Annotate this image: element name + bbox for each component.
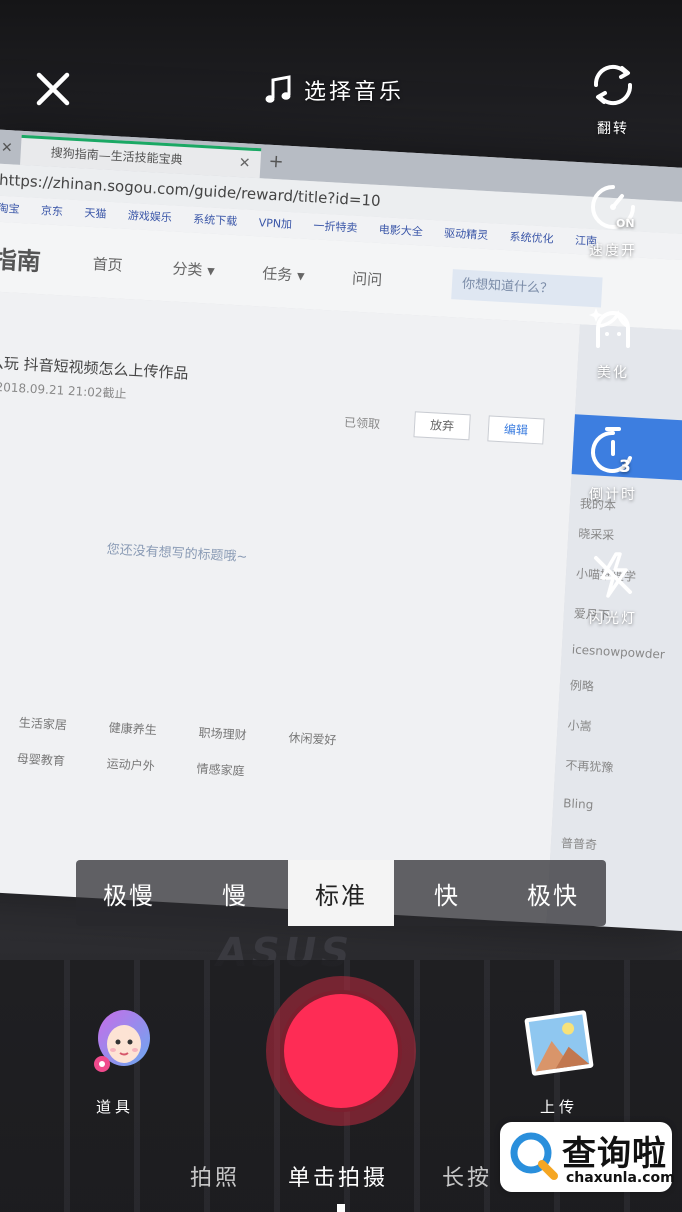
laptop-screen: ✕ 搜狗指南—生活技能宝典 ✕ + https://zhinan.sogou.c… — [0, 128, 682, 932]
sidebar-item: icesnowpowder — [571, 642, 666, 662]
flash-label: 闪光灯 — [589, 611, 637, 627]
task-date: 2018.09.21 21:02截止 — [0, 379, 127, 402]
mode-tab-hold-record[interactable]: 长按 — [442, 1160, 492, 1192]
timer-label: 倒计时 — [589, 487, 637, 503]
abandon-button: 放弃 — [413, 411, 471, 441]
mode-tab-tap-record[interactable]: 单击拍摄 — [288, 1160, 388, 1192]
nav-category: 分类 ▾ — [171, 259, 216, 280]
category-item: 生活家居 — [18, 715, 68, 733]
category-item: 母婴教育 — [16, 751, 66, 769]
beautify-label: 美化 — [597, 365, 629, 381]
site-watermark: 查询啦 chaxunla.com — [500, 1122, 675, 1192]
nav-task: 任务 ▾ — [261, 264, 306, 285]
sidebar-item: Bling — [562, 796, 594, 812]
speed-on-badge: ON — [616, 217, 635, 230]
sidebar-item: 例略 — [569, 678, 595, 694]
timer-button[interactable]: 3 倒计时 — [582, 424, 644, 504]
select-music-label: 选择音乐 — [304, 80, 405, 105]
site-search-box: 你想知道什么？ — [451, 269, 603, 308]
upload-button[interactable] — [522, 1006, 596, 1080]
props-label: 道具 — [96, 1098, 135, 1116]
speed-option-extra-fast[interactable]: 极快 — [500, 860, 606, 926]
flip-label: 翻转 — [597, 121, 629, 137]
close-icon: ✕ — [238, 155, 251, 172]
nav-ask: 问问 — [351, 269, 383, 290]
sidebar-item: 普普奇 — [560, 836, 598, 853]
upload-gallery-icon — [524, 1010, 594, 1076]
close-tab-icon: ✕ — [0, 139, 14, 157]
select-music-button[interactable]: 选择音乐 — [262, 72, 404, 108]
category-item: 情感家庭 — [196, 761, 245, 779]
watermark-title: 查询啦 — [562, 1134, 667, 1174]
music-note-icon — [265, 75, 291, 103]
category-item: 健康养生 — [108, 720, 158, 738]
speed-option-slow[interactable]: 慢 — [182, 860, 288, 926]
category-item: 休闲爱好 — [288, 730, 337, 748]
flash-off-icon — [594, 552, 632, 598]
speed-label: 速度开 — [589, 243, 637, 259]
record-button[interactable] — [266, 976, 416, 1126]
close-icon — [36, 72, 70, 106]
task-status: 已领取 — [343, 415, 381, 432]
timer-badge: 3 — [619, 457, 631, 477]
category-item: 职场理财 — [198, 725, 247, 743]
sidebar-item: 小嵩 — [567, 718, 592, 734]
speed-icon: ON — [591, 185, 635, 230]
props-button[interactable] — [90, 1008, 156, 1078]
category-item: 运动户外 — [106, 756, 156, 774]
watermark-subtitle: chaxunla.com — [566, 1170, 675, 1186]
timer-icon: 3 — [591, 427, 632, 477]
nav-home: 首页 — [92, 255, 124, 275]
beautify-button[interactable]: 美化 — [582, 302, 644, 382]
speed-selector: 极慢 慢 标准 快 极快 — [76, 860, 606, 926]
speed-toggle-button[interactable]: ON 速度开 — [582, 180, 644, 260]
edit-button: 编辑 — [487, 415, 545, 445]
sidebar-item: 不再犹豫 — [564, 758, 614, 775]
search-icon — [510, 1132, 558, 1180]
speed-option-standard[interactable]: 标准 — [288, 860, 394, 926]
speed-option-extra-slow[interactable]: 极慢 — [76, 860, 182, 926]
sidebar-item: 晓采采 — [577, 526, 615, 543]
close-button[interactable] — [30, 66, 76, 112]
record-button-core — [280, 990, 402, 1112]
empty-message: 您还没有想写的标题哦~ — [106, 542, 248, 566]
new-tab-icon: + — [268, 150, 285, 173]
flip-camera-icon — [593, 64, 633, 106]
active-mode-indicator — [337, 1204, 345, 1212]
mode-tab-photo[interactable]: 拍照 — [190, 1160, 240, 1192]
flash-button[interactable]: 闪光灯 — [582, 548, 644, 628]
site-logo: 指南 — [0, 245, 42, 277]
flip-camera-button[interactable]: 翻转 — [582, 58, 644, 138]
beautify-icon — [589, 308, 630, 348]
props-avatar-icon — [94, 1010, 150, 1072]
upload-label: 上传 — [540, 1098, 579, 1116]
speed-option-fast[interactable]: 快 — [394, 860, 500, 926]
site-content: 么玩 抖音短视频怎么上传作品 2018.09.21 21:02截止 已领取 放弃… — [0, 289, 580, 924]
tab-title: 搜狗指南—生活技能宝典 — [50, 145, 183, 167]
